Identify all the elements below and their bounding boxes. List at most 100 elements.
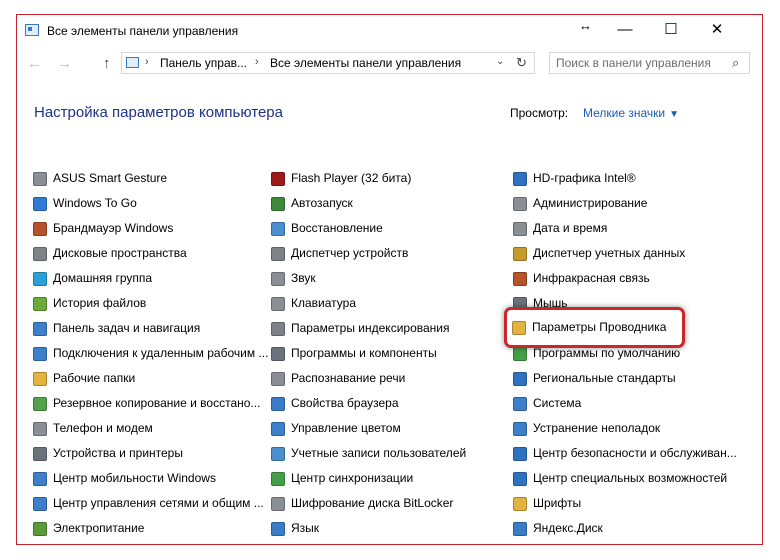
control-panel-item[interactable]: Параметры индексирования (271, 320, 493, 340)
control-panel-item[interactable]: Панель задач и навигация (33, 320, 253, 340)
item-label: Подключения к удаленным рабочим ... (53, 346, 269, 360)
control-panel-item[interactable]: Центр мобильности Windows (33, 470, 253, 490)
firewall-icon (33, 222, 47, 236)
maximize-button[interactable]: ☐ (648, 15, 694, 45)
item-label: Flash Player (32 бита) (291, 171, 412, 185)
control-panel-item[interactable]: Свойства браузера (271, 395, 493, 415)
control-panel-item[interactable]: Учетные записи пользователей (271, 445, 493, 465)
breadcrumb-item-all-items[interactable]: Все элементы панели управления (270, 56, 461, 70)
item-label: ASUS Smart Gesture (53, 171, 168, 185)
control-panel-item[interactable]: Диспетчер учетных данных (513, 245, 743, 265)
control-panel-item[interactable]: Диспетчер устройств (271, 245, 493, 265)
item-label: Панель задач и навигация (53, 321, 201, 335)
control-panel-item[interactable]: Центр безопасности и обслуживан... (513, 445, 743, 465)
control-panel-item[interactable]: Звук (271, 270, 493, 290)
control-panel-item[interactable]: Устранение неполадок (513, 420, 743, 440)
item-label: Резервное копирование и восстано... (53, 396, 261, 410)
control-panel-item[interactable]: Параметры Проводника (512, 319, 682, 339)
resize-cursor-icon: ↔ (579, 18, 592, 33)
control-panel-item[interactable]: Инфракрасная связь (513, 270, 743, 290)
item-label: Программы и компоненты (291, 346, 437, 360)
item-label: Центр синхронизации (291, 471, 414, 485)
control-panel-icon (126, 57, 139, 68)
device-manager-icon (271, 247, 285, 261)
control-panel-item[interactable]: Яндекс.Диск (513, 520, 743, 540)
chevron-down-icon[interactable]: ⌄ (496, 56, 504, 67)
breadcrumb-item-control-panel[interactable]: Панель управ... (160, 56, 247, 70)
control-panel-item[interactable]: Центр специальных возможностей (513, 470, 743, 490)
back-arrow-icon[interactable]: ← (27, 55, 42, 72)
control-panel-item[interactable]: Windows To Go (33, 195, 253, 215)
control-panel-item[interactable]: Администрирование (513, 195, 743, 215)
security-flag-icon (513, 447, 527, 461)
address-bar[interactable]: › Панель управ... › Все элементы панели … (121, 52, 535, 74)
control-panel-item[interactable]: Устройства и принтеры (33, 445, 253, 465)
item-label: Язык (291, 521, 320, 535)
usb-drive-icon (33, 197, 47, 211)
keyboard-icon (271, 297, 285, 311)
control-panel-item[interactable]: Язык (271, 520, 493, 540)
item-label: Восстановление (291, 221, 383, 235)
control-panel-item[interactable]: Программы по умолчанию (513, 345, 743, 365)
control-panel-item[interactable]: Система (513, 395, 743, 415)
remote-desktop-icon (33, 347, 47, 361)
item-label: Домашняя группа (53, 271, 153, 285)
refresh-icon[interactable]: ↻ (516, 55, 527, 71)
control-panel-item[interactable]: Центр синхронизации (271, 470, 493, 490)
view-mode-dropdown[interactable]: Мелкие значки ▼ (583, 106, 679, 120)
control-panel-item[interactable]: Клавиатура (271, 295, 493, 315)
control-panel-item[interactable]: Программы и компоненты (271, 345, 493, 365)
control-panel-item[interactable]: Электропитание (33, 520, 253, 540)
control-panel-item[interactable]: Управление цветом (271, 420, 493, 440)
indexing-icon (271, 322, 285, 336)
touchpad-icon (33, 172, 47, 186)
close-button[interactable]: ✕ (694, 15, 740, 45)
control-panel-item[interactable]: HD-графика Intel® (513, 170, 743, 190)
control-panel-item[interactable]: Резервное копирование и восстано... (33, 395, 260, 415)
control-panel-item[interactable]: Дисковые пространства (33, 245, 253, 265)
item-label: История файлов (53, 296, 147, 310)
up-arrow-icon[interactable]: ↑ (103, 55, 111, 72)
control-panel-item[interactable]: Центр управления сетями и общим ... (33, 495, 264, 515)
item-label: Брандмауэр Windows (53, 221, 174, 235)
item-label: Устранение неполадок (533, 421, 661, 435)
control-panel-item[interactable]: Подключения к удаленным рабочим ... (33, 345, 268, 365)
item-label: Центр специальных возможностей (533, 471, 728, 485)
control-panel-item[interactable]: ASUS Smart Gesture (33, 170, 253, 190)
search-input[interactable] (556, 55, 721, 71)
control-panel-item[interactable]: Шифрование диска BitLocker (271, 495, 493, 515)
item-label: Центр безопасности и обслуживан... (533, 446, 737, 460)
admin-tools-icon (513, 197, 527, 211)
control-panel-icon (25, 24, 39, 36)
minimize-button[interactable]: — (602, 15, 648, 45)
backup-icon (33, 397, 47, 411)
control-panel-item[interactable]: Шрифты (513, 495, 743, 515)
search-icon[interactable]: ⌕ (732, 55, 739, 71)
control-panel-item[interactable]: Автозапуск (271, 195, 493, 215)
microphone-icon (271, 372, 285, 386)
speaker-icon (271, 272, 285, 286)
infrared-icon (513, 272, 527, 286)
control-panel-item[interactable]: Flash Player (32 бита) (271, 170, 493, 190)
search-box[interactable]: ⌕ (549, 52, 750, 74)
control-panel-item[interactable]: Региональные стандарты (513, 370, 743, 390)
item-label: Администрирование (533, 196, 648, 210)
control-panel-item[interactable]: Рабочие папки (33, 370, 253, 390)
control-panel-item[interactable]: Дата и время (513, 220, 743, 240)
accessibility-icon (513, 472, 527, 486)
breadcrumb-separator: › (255, 56, 259, 68)
control-panel-item[interactable]: Распознавание речи (271, 370, 493, 390)
item-label: Диспетчер устройств (291, 246, 409, 260)
control-panel-item[interactable]: Восстановление (271, 220, 493, 240)
item-label: Учетные записи пользователей (291, 446, 467, 460)
title-bar[interactable]: Все элементы панели управления ↔ — ☐ ✕ (17, 15, 762, 47)
control-panel-item[interactable]: Брандмауэр Windows (33, 220, 253, 240)
region-icon (513, 372, 527, 386)
item-label: Свойства браузера (291, 396, 399, 410)
control-panel-item[interactable]: История файлов (33, 295, 253, 315)
forward-arrow-icon[interactable]: → (57, 55, 72, 72)
control-panel-item[interactable]: Домашняя группа (33, 270, 253, 290)
control-panel-item[interactable]: Телефон и модем (33, 420, 253, 440)
troubleshoot-icon (513, 422, 527, 436)
item-label: Рабочие папки (53, 371, 136, 385)
